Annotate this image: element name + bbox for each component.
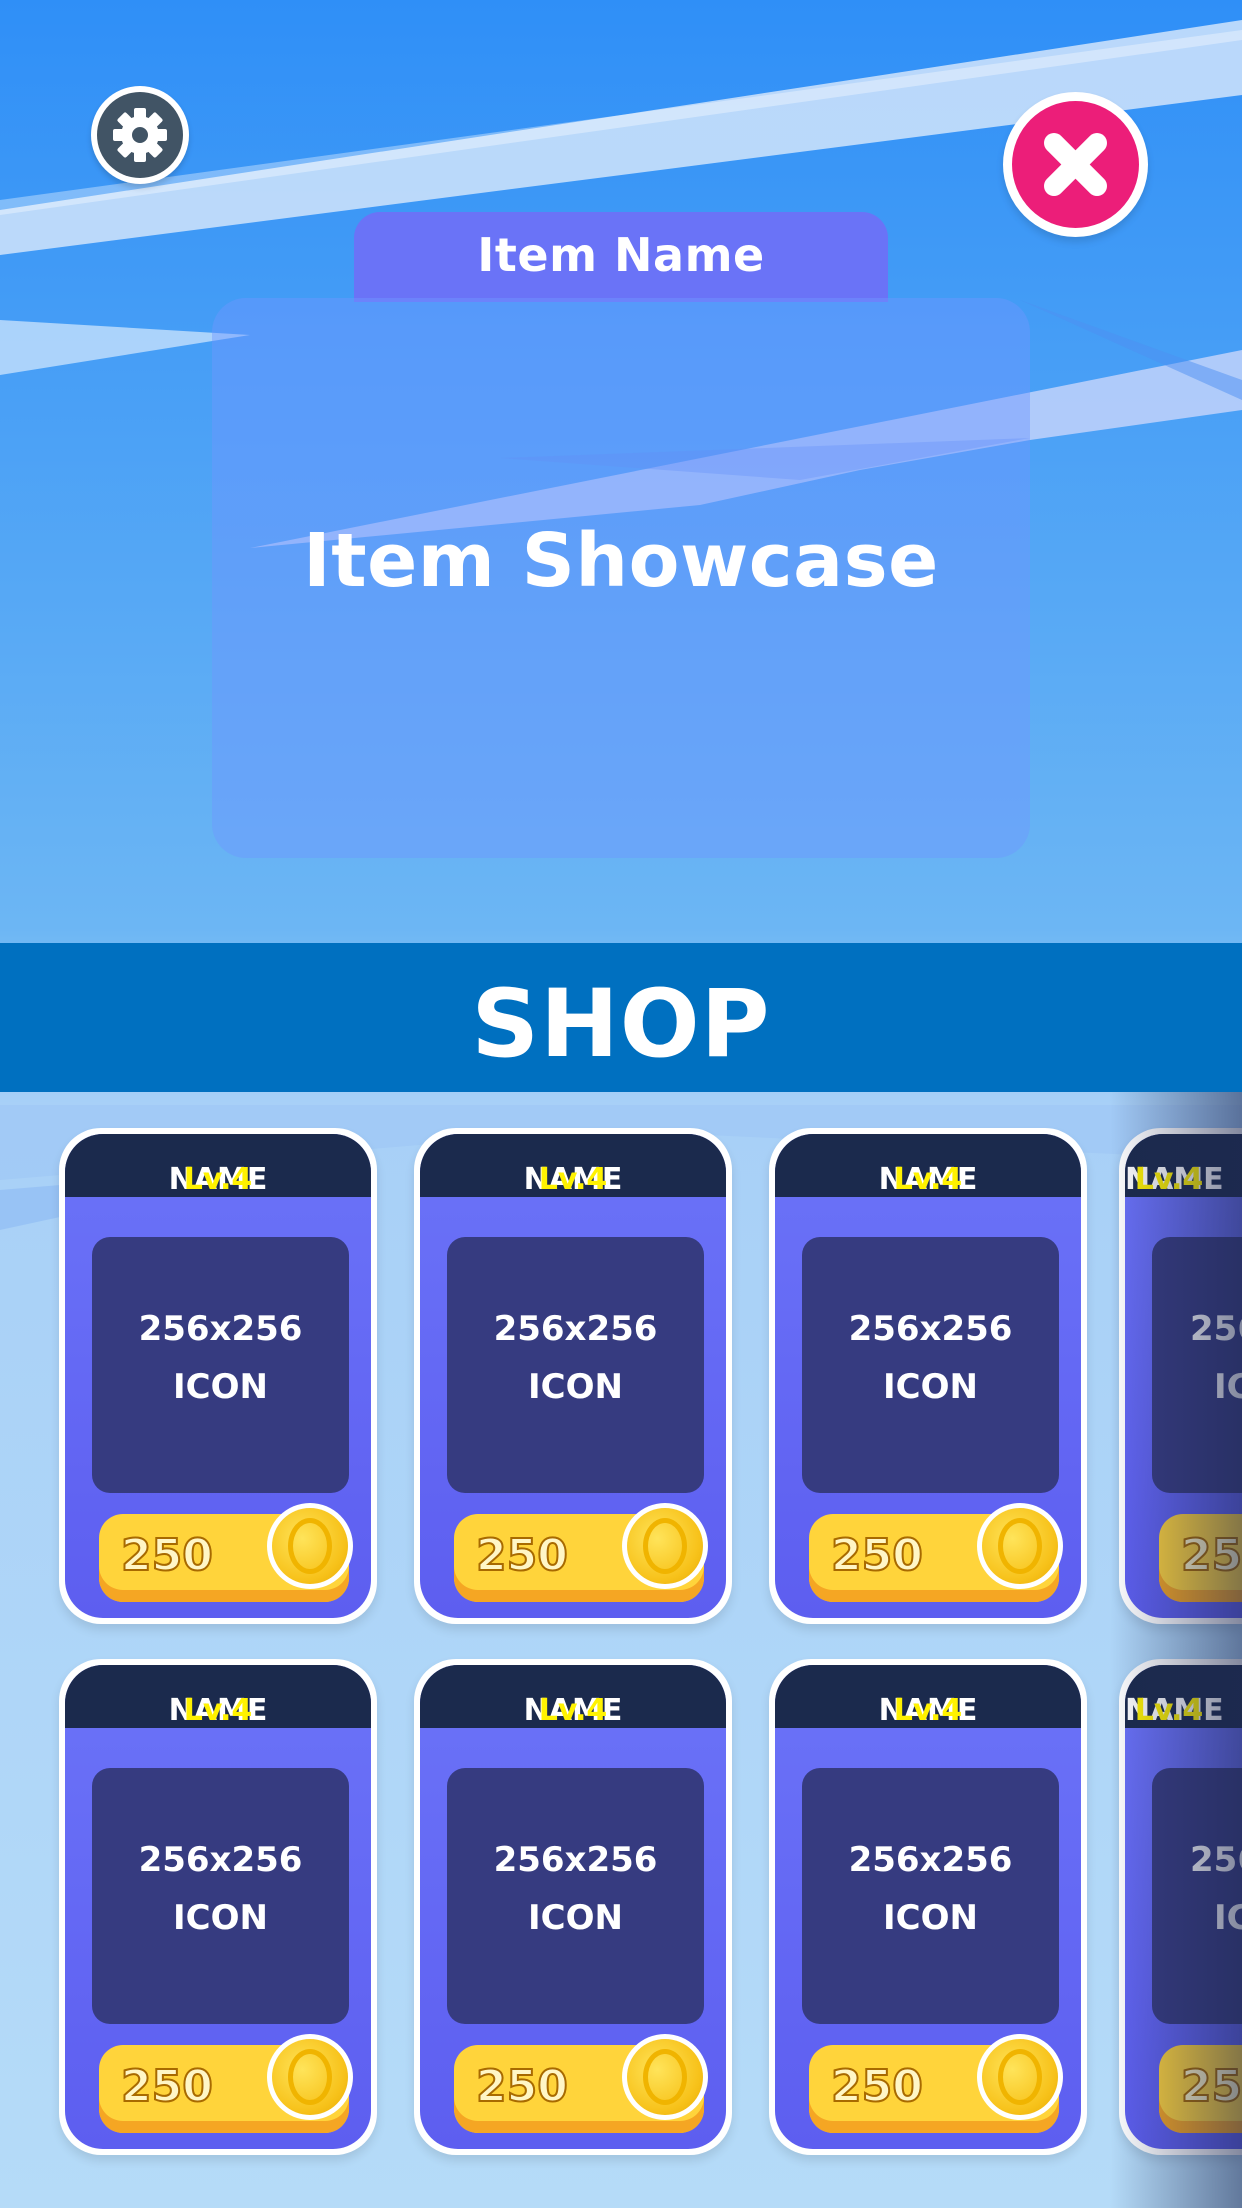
card-header: NAME Lv.4	[1125, 1134, 1242, 1197]
item-icon-placeholder: 256x256 ICON	[1152, 1768, 1242, 2024]
gear-icon	[113, 108, 167, 162]
item-icon-placeholder: 256x256 ICON	[802, 1768, 1059, 2024]
coin-icon	[622, 2034, 708, 2120]
card-level: Lv.4	[893, 1693, 963, 1728]
item-name-label: Item Name	[477, 228, 765, 282]
icon-type-label: ICON	[173, 1898, 268, 1938]
card-header: NAME Lv.4	[420, 1134, 726, 1197]
buy-button[interactable]: 250	[1159, 2045, 1242, 2133]
card-header: NAME Lv.4	[65, 1665, 371, 1728]
coin-icon	[977, 2034, 1063, 2120]
card-header: NAME Lv.4	[775, 1134, 1081, 1197]
price-label: 250	[120, 1529, 214, 1582]
item-name-tab: Item Name	[354, 212, 888, 302]
icon-size-label: 256x256	[848, 1309, 1013, 1349]
card-level: Lv.4	[1134, 1162, 1204, 1197]
icon-type-label: ICON	[528, 1367, 623, 1407]
item-showcase: Item Showcase	[212, 298, 1030, 858]
shop-card-partial[interactable]: NAME Lv.4 256x256 ICON 250	[1119, 1128, 1242, 1624]
icon-size-label: 256x256	[493, 1309, 658, 1349]
card-level: Lv.4	[183, 1162, 253, 1197]
icon-size-label: 256x256	[1190, 1840, 1242, 1880]
card-level: Lv.4	[183, 1693, 253, 1728]
icon-type-label: ICON	[173, 1367, 268, 1407]
item-icon-placeholder: 256x256 ICON	[92, 1237, 349, 1493]
card-level: Lv.4	[1134, 1693, 1204, 1728]
icon-size-label: 256x256	[138, 1840, 303, 1880]
settings-button[interactable]	[91, 86, 189, 184]
icon-size-label: 256x256	[848, 1840, 1013, 1880]
icon-size-label: 256x256	[493, 1840, 658, 1880]
card-header: NAME Lv.4	[420, 1665, 726, 1728]
shop-card-partial[interactable]: NAME Lv.4 256x256 ICON 250	[1119, 1659, 1242, 2155]
close-button[interactable]	[1003, 92, 1148, 237]
item-icon-placeholder: 256x256 ICON	[1152, 1237, 1242, 1493]
shop-card[interactable]: NAME Lv.4 256x256 ICON 250	[414, 1659, 732, 2155]
price-label: 250	[475, 1529, 569, 1582]
icon-size-label: 256x256	[1190, 1309, 1242, 1349]
icon-type-label: ICON	[1214, 1898, 1242, 1938]
card-header: NAME Lv.4	[65, 1134, 371, 1197]
item-icon-placeholder: 256x256 ICON	[92, 1768, 349, 2024]
item-icon-placeholder: 256x256 ICON	[447, 1768, 704, 2024]
icon-type-label: ICON	[528, 1898, 623, 1938]
icon-type-label: ICON	[1214, 1367, 1242, 1407]
price-label: 250	[1180, 1529, 1242, 1582]
coin-icon	[267, 2034, 353, 2120]
price-label: 250	[475, 2060, 569, 2113]
card-header: NAME Lv.4	[1125, 1665, 1242, 1728]
card-level: Lv.4	[538, 1693, 608, 1728]
icon-type-label: ICON	[883, 1898, 978, 1938]
shop-title: SHOP	[471, 970, 771, 1079]
icon-type-label: ICON	[883, 1367, 978, 1407]
price-label: 250	[830, 2060, 924, 2113]
item-icon-placeholder: 256x256 ICON	[802, 1237, 1059, 1493]
close-icon	[1044, 133, 1107, 196]
price-label: 250	[120, 2060, 214, 2113]
buy-button[interactable]: 250	[1159, 1514, 1242, 1602]
coin-icon	[977, 1503, 1063, 1589]
shop-card[interactable]: NAME Lv.4 256x256 ICON 250	[414, 1128, 732, 1624]
card-header: NAME Lv.4	[775, 1665, 1081, 1728]
price-label: 250	[830, 1529, 924, 1582]
shop-card[interactable]: NAME Lv.4 256x256 ICON 250	[769, 1128, 1087, 1624]
card-level: Lv.4	[538, 1162, 608, 1197]
price-label: 250	[1180, 2060, 1242, 2113]
shop-banner: SHOP	[0, 943, 1242, 1092]
item-showcase-label: Item Showcase	[303, 518, 939, 604]
shop-card[interactable]: NAME Lv.4 256x256 ICON 250	[769, 1659, 1087, 2155]
coin-icon	[267, 1503, 353, 1589]
coin-icon	[622, 1503, 708, 1589]
shop-card[interactable]: NAME Lv.4 256x256 ICON 250	[59, 1128, 377, 1624]
card-level: Lv.4	[893, 1162, 963, 1197]
icon-size-label: 256x256	[138, 1309, 303, 1349]
shop-card[interactable]: NAME Lv.4 256x256 ICON 250	[59, 1659, 377, 2155]
item-icon-placeholder: 256x256 ICON	[447, 1237, 704, 1493]
